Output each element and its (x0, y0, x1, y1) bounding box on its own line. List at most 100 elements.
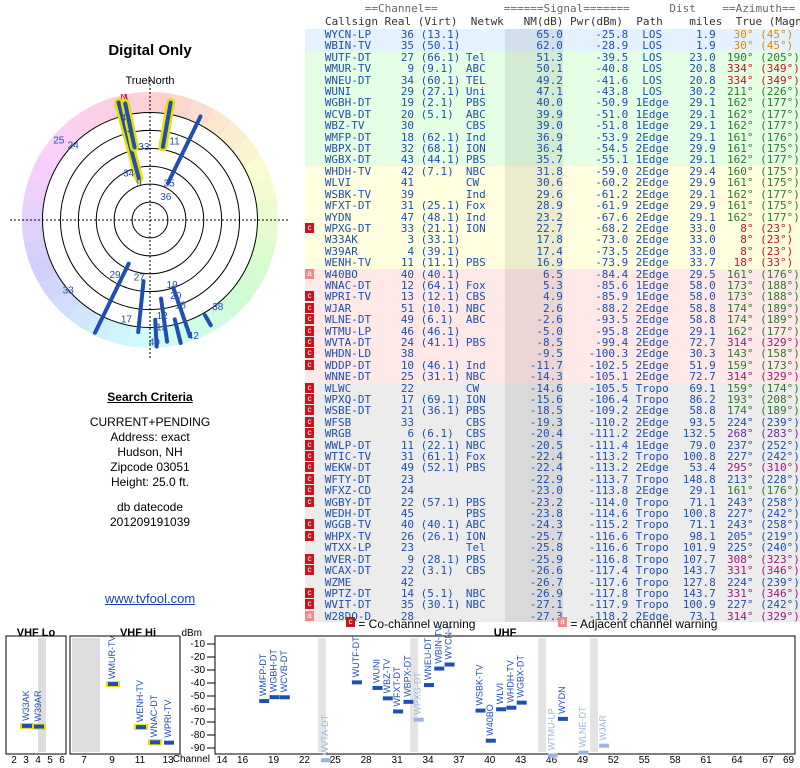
adjacent-warning-badge: a (305, 610, 314, 621)
tvfool-link[interactable]: www.tvfool.com (0, 591, 300, 606)
dbm-tick-label: -40 (191, 678, 206, 689)
channel-tick-label: 52 (608, 755, 620, 766)
callsign-cell: WFXZ-CD (324, 484, 372, 498)
signal-bar-label: WLVI (495, 683, 505, 704)
search-line: Height: 25.0 ft. (110, 475, 190, 489)
channel-tick-label: 69 (783, 755, 795, 766)
warning-cell: c (305, 394, 325, 405)
path-cell: Tropo (635, 541, 669, 555)
power-cell: -117.4 (588, 564, 629, 578)
warning-cell: c (305, 405, 325, 416)
signal-bar (321, 758, 331, 763)
channel-axis-label: Channel (173, 754, 210, 765)
warning-cell (305, 75, 325, 86)
signal-bar (547, 753, 558, 758)
cochannel-warning-badge: c (305, 348, 314, 359)
signal-bar-label: WJAR (598, 715, 608, 741)
search-line: Hudson, NH (117, 445, 183, 459)
signal-bar (351, 680, 362, 685)
signal-bar (557, 716, 568, 721)
warning-cell (305, 40, 325, 51)
virtual-channel-cell: (52.1) (414, 461, 461, 475)
warning-cell: c (305, 359, 325, 371)
cochannel-warning-badge: c (305, 462, 314, 473)
azimuth-true-cell: 8° (740, 233, 754, 247)
path-cell: 2Edge (635, 313, 669, 327)
signal-bar (164, 740, 174, 745)
nm-cell: -27.1 (505, 599, 563, 611)
virtual-channel-cell (414, 474, 466, 485)
warning-cell (305, 234, 325, 245)
warning-cell: c (305, 382, 325, 394)
table-row: c WLNE-DT 49 (6.1) ABC -2.6 -93.5 2Edge 58.8 174… (305, 313, 800, 327)
virtual-channel-cell: (36.1) (414, 404, 461, 418)
cochannel-warning-badge: c (305, 485, 314, 496)
table-row: WNNE-DT 25 (31.1) NBC -14.3 -105.1 2Edge 72.7 3… (305, 370, 800, 384)
power-cell: -73.9 (595, 256, 629, 270)
warning-cell: c (305, 519, 325, 530)
power-cell: -116.6 (588, 541, 629, 555)
callsign-cell: WRGB (324, 427, 352, 441)
warning-cell (305, 257, 325, 268)
network-cell: NBC (465, 598, 486, 612)
warning-cell (305, 508, 325, 519)
network-cell: ABC (465, 313, 486, 327)
callsign-cell: WENH-TV (324, 256, 372, 270)
signal-bar-label: WBIN-TV (433, 626, 443, 664)
virtual-channel-cell (414, 485, 466, 496)
db-datecode: db datecode 201209191039 (0, 500, 300, 530)
channel-tick-label: 19 (268, 755, 280, 766)
azimuth-magnetic-cell: (189°) (753, 313, 800, 327)
cochannel-warning-badge: c (305, 405, 314, 416)
radar-channel-label: 9 (136, 178, 142, 189)
azimuth-true-cell: 225° (727, 541, 754, 555)
warning-cell (305, 120, 325, 131)
signal-bar (393, 709, 404, 714)
nm-cell: 50.1 (505, 63, 563, 75)
warning-cell (305, 52, 325, 63)
signal-bar (108, 682, 118, 687)
path-cell: 2Edge (635, 256, 669, 270)
uhf-grid-shade (538, 638, 546, 752)
distance-cell: 58.8 (689, 313, 716, 327)
signal-bar-label: WHDH-TV (505, 660, 515, 703)
warning-cell: c (305, 496, 325, 508)
station-table: WYCN-LP 36 (13.1) 65.0 -25.8 LOS 1.9 30° (45°)… (305, 29, 800, 622)
warning-cell (305, 154, 325, 165)
warning-cell: c (305, 416, 325, 428)
channel-tick-label: 64 (731, 755, 743, 766)
signal-bar-label: W39AR (33, 690, 43, 722)
virtual-channel-cell: (26.1) (414, 529, 461, 543)
virtual-channel-cell: (6.1) (414, 313, 454, 327)
power-cell: -105.1 (588, 370, 629, 384)
radar-channel-label: 3 (127, 125, 133, 136)
callsign-cell: WCAX-DT (324, 564, 372, 578)
signal-bar-label: WPXG-DT (413, 672, 423, 715)
signal-bar (259, 699, 270, 704)
callsign-cell: WVIT-DT (324, 598, 372, 612)
distance-cell: 101.9 (682, 541, 716, 555)
radar-channel-label: 35 (164, 179, 176, 190)
cochannel-warning-badge: c (305, 519, 314, 530)
warning-cell (305, 200, 325, 211)
vhf-hi-gap (72, 638, 100, 752)
channel-tick-label: 6 (59, 755, 65, 766)
radar-channel-label: 33 (138, 142, 150, 153)
azimuth-true-cell: 162° (727, 119, 754, 133)
real-channel-cell: 22 (400, 564, 415, 578)
warning-cell (305, 29, 325, 40)
table-row: WFXT-DT 31 (25.1) Fox 28.9 -61.9 2Edge 29.9 161… (305, 200, 800, 212)
azimuth-true-cell: 227° (727, 598, 754, 612)
channel-tick-label: 16 (237, 755, 249, 766)
signal-bar (578, 750, 589, 755)
table-column-header: Callsign Real (Virt) Netwk NM(dB) Pwr(dB… (325, 15, 800, 28)
virtual-channel-cell: (9.1) (414, 62, 454, 76)
channel-tick-label: 55 (639, 755, 651, 766)
virtual-channel-cell: (31.1) (414, 370, 461, 384)
power-cell: -51.8 (595, 119, 629, 133)
signal-bar (136, 725, 146, 730)
search-line: CURRENT+PENDING (89, 415, 211, 429)
dbm-tick-label: -50 (191, 691, 206, 702)
network-cell (466, 234, 506, 245)
azimuth-magnetic-cell: (240°) (753, 541, 800, 555)
